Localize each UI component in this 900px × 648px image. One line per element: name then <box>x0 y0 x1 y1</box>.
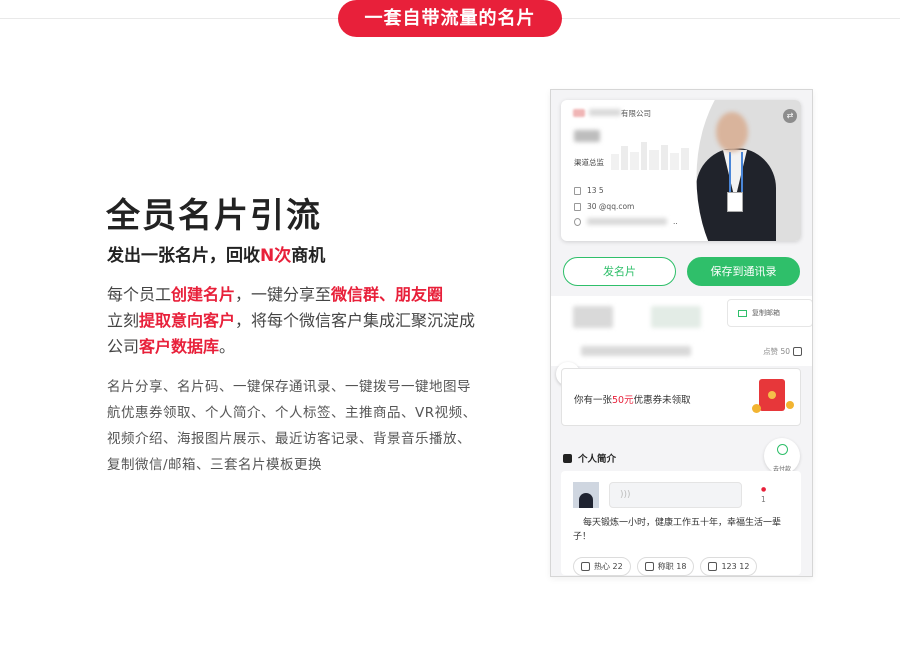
para-text: 每个员工 <box>107 285 172 304</box>
hero-title: 全员名片引流 <box>106 196 322 236</box>
para-text: ，一键分享至 <box>235 285 332 304</box>
like-count[interactable]: 点赞 50 <box>763 346 802 357</box>
intro-text: 每天锻炼一小时，健康工作五十年，幸福生活一辈子！ <box>573 518 782 542</box>
phone-number: 13 5 <box>587 186 604 195</box>
tag-label: 123 12 <box>721 562 750 571</box>
phone-icon <box>574 186 581 195</box>
coin-icon <box>786 401 794 409</box>
blurred-address <box>587 218 667 225</box>
para-highlight: 客户数据库 <box>139 337 220 356</box>
sound-wave-icon: ))) <box>620 490 631 500</box>
voice-duration: ● 1 <box>761 485 766 505</box>
para-text: 立刻 <box>107 311 140 330</box>
check-icon <box>776 444 788 455</box>
skyline-icon <box>611 142 689 170</box>
pay-button[interactable]: 去付款 <box>764 438 800 474</box>
blurred-stat <box>651 306 701 328</box>
para-text: 。 <box>219 337 236 356</box>
thumbs-up-icon <box>581 562 590 571</box>
mail-icon <box>738 309 747 317</box>
red-envelope-icon <box>759 379 785 411</box>
feature-list: 名片分享、名片码、一键保存通讯录、一键拨号一键地图导航优惠券领取、个人简介、个人… <box>107 379 477 473</box>
email-row[interactable]: 30 @qq.com <box>574 202 634 211</box>
thumbs-up-icon <box>708 562 718 571</box>
coupon-suffix: 优惠券未领取 <box>633 395 691 406</box>
tag-label: 热心 22 <box>594 562 623 571</box>
address-row[interactable]: .. <box>574 217 678 226</box>
email-address: 30 @qq.com <box>587 202 635 211</box>
blurred-visitors <box>581 346 691 356</box>
copy-email-button[interactable]: 复制邮箱 <box>727 299 812 327</box>
company-logo <box>573 109 585 117</box>
company-name: 有限公司 <box>621 109 651 118</box>
subtitle-prefix: 发出一张名片，回收 <box>107 246 260 266</box>
business-card: 有限公司 渠道总监 13 5 30 @qq.com .. ⇄ <box>561 100 801 241</box>
thumbs-up-icon <box>793 347 802 356</box>
thumbs-up-icon <box>644 562 654 571</box>
section-title-label: 个人简介 <box>578 454 617 465</box>
job-title: 渠道总监 <box>574 158 604 167</box>
voice-message[interactable]: ))) <box>609 482 742 508</box>
likes-row: 点赞 50 <box>551 338 812 366</box>
address-text: .. <box>673 217 678 226</box>
para-highlight: 提取意向客户 <box>139 311 236 330</box>
blurred-company-name <box>589 109 621 116</box>
intro-card: ))) ● 1 每天锻炼一小时，健康工作五十年，幸福生活一辈子！ 热心 22 称职… <box>561 471 801 576</box>
send-card-button[interactable]: 发名片 <box>563 257 676 286</box>
coin-icon <box>752 404 761 413</box>
like-label: 点赞 50 <box>763 347 790 356</box>
coupon-text: 你有一张50元优惠券未领取 <box>574 392 691 406</box>
unread-dot: ● <box>761 486 767 493</box>
subtitle-highlight: N次 <box>260 246 292 266</box>
mail-icon <box>574 202 581 211</box>
coupon-prefix: 你有一张 <box>574 395 613 406</box>
profile-icon <box>563 453 572 463</box>
tag-chip[interactable]: 123 12 <box>700 557 758 576</box>
tag-list: 热心 22 称职 18 123 12 <box>573 557 758 576</box>
para-highlight: 微信群、朋友圈 <box>331 285 444 304</box>
copy-email-label: 复制邮箱 <box>752 309 780 317</box>
section-title: 个人简介 <box>563 451 616 465</box>
phone-mockup: 有限公司 渠道总监 13 5 30 @qq.com .. ⇄ 发名片 保存到通讯… <box>550 89 813 577</box>
coupon-amount: 50元 <box>612 395 634 406</box>
tag-chip[interactable]: 称职 18 <box>636 557 695 576</box>
phone-row[interactable]: 13 5 <box>574 186 604 195</box>
blurred-person-name <box>574 130 600 142</box>
banner-pill: 一套自带流量的名片 <box>338 0 562 37</box>
subtitle-suffix: 商机 <box>291 246 326 266</box>
blurred-stat <box>573 306 613 328</box>
save-contact-button[interactable]: 保存到通讯录 <box>687 257 800 286</box>
location-icon <box>574 217 581 226</box>
voice-duration-value: 1 <box>761 495 766 504</box>
para-highlight: 创建名片 <box>171 285 236 304</box>
avatar <box>573 482 599 508</box>
tag-label: 称职 18 <box>657 562 687 571</box>
tag-chip[interactable]: 热心 22 <box>573 557 631 576</box>
hero-paragraph: 每个员工创建名片，一键分享至微信群、朋友圈 立刻提取意向客户，将每个微信客户集成汇… <box>107 282 477 360</box>
switch-template-icon[interactable]: ⇄ <box>783 109 797 123</box>
coupon-banner[interactable]: 你有一张50元优惠券未领取 <box>561 368 801 426</box>
hero-subtitle: 发出一张名片，回收N次商机 <box>107 241 325 266</box>
